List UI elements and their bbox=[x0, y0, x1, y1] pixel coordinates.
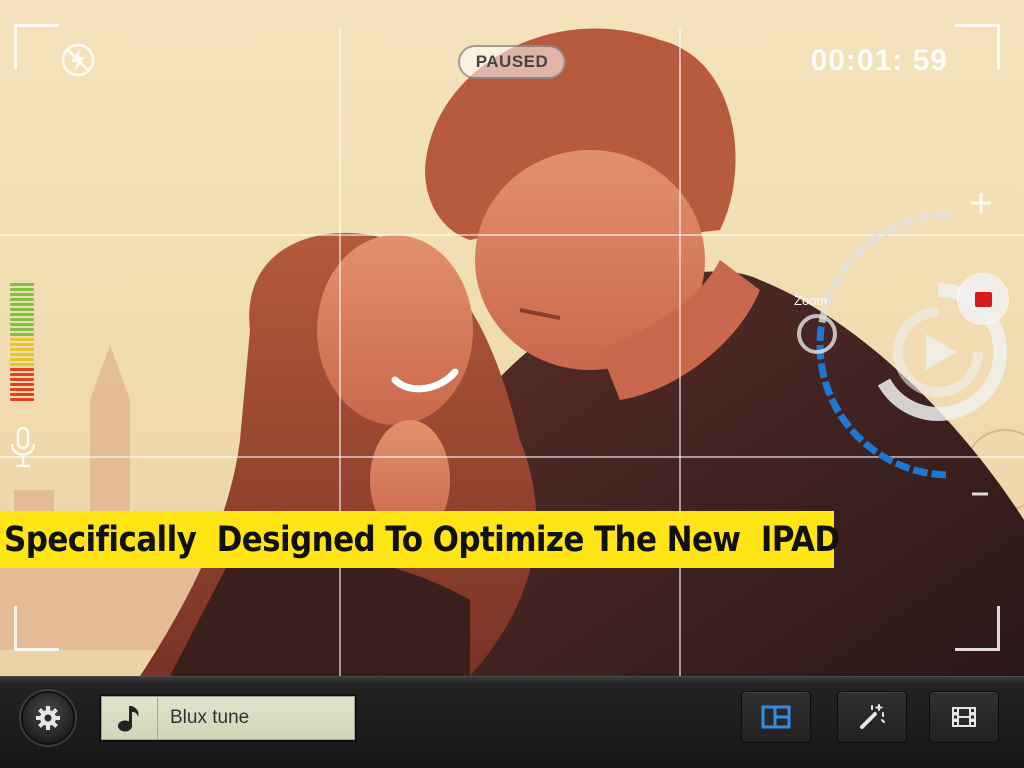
audio-level-bar bbox=[10, 338, 34, 341]
stop-record-button[interactable] bbox=[959, 275, 1007, 323]
frame-corner-top-left bbox=[14, 24, 59, 69]
audio-level-bar bbox=[10, 343, 34, 346]
recording-timer: 00:01: 59 bbox=[810, 44, 948, 77]
gear-icon bbox=[36, 706, 60, 730]
zoom-arc-segment bbox=[935, 211, 951, 220]
audio-level-meter bbox=[10, 283, 34, 403]
audio-level-bar bbox=[10, 358, 34, 361]
zoom-arc-segment bbox=[881, 223, 898, 237]
bottom-toolbar: Blux tune bbox=[0, 676, 1024, 768]
zoom-arc-segment bbox=[821, 380, 834, 397]
magic-wand-icon bbox=[860, 704, 885, 729]
paused-status-badge: PAUSED bbox=[458, 45, 566, 79]
audio-level-bar bbox=[10, 298, 34, 301]
zoom-in-icon[interactable] bbox=[968, 190, 994, 216]
audio-level-bar bbox=[10, 388, 34, 391]
zoom-arc-segment bbox=[862, 440, 879, 455]
audio-level-bar bbox=[10, 318, 34, 321]
audio-level-bar bbox=[10, 328, 34, 331]
zoom-arc-segment bbox=[877, 451, 894, 465]
frame-corner-bottom-right bbox=[955, 606, 1000, 651]
grid-layout-icon bbox=[761, 705, 791, 729]
zoom-arc-segment bbox=[912, 466, 929, 477]
music-note-icon bbox=[118, 706, 139, 732]
frame-corner-top-right bbox=[955, 24, 1000, 69]
zoom-arc-segment bbox=[817, 362, 828, 379]
audio-level-bar bbox=[10, 393, 34, 396]
audio-level-bar bbox=[10, 368, 34, 371]
audio-level-bar bbox=[10, 323, 34, 326]
zoom-arc-segment bbox=[823, 289, 835, 306]
audio-level-bar bbox=[10, 383, 34, 386]
audio-level-bar bbox=[10, 333, 34, 336]
audio-level-bar bbox=[10, 308, 34, 311]
zoom-arc-segment bbox=[865, 232, 882, 247]
film-gallery-button[interactable] bbox=[929, 691, 999, 743]
zoom-arc-segment bbox=[828, 397, 842, 414]
zoom-arc-segment bbox=[916, 212, 933, 223]
stop-record-icon bbox=[974, 291, 992, 307]
audio-level-bar bbox=[10, 348, 34, 351]
promo-banner: Specifically Designed To Optimize The Ne… bbox=[0, 511, 840, 568]
zoom-arc-segment bbox=[931, 470, 947, 479]
music-track-label: Blux tune bbox=[170, 707, 250, 728]
frame-corner-bottom-left bbox=[14, 606, 59, 651]
audio-level-bar bbox=[10, 378, 34, 381]
zoom-arc-segment bbox=[851, 244, 868, 260]
effects-button[interactable] bbox=[837, 691, 907, 743]
zoom-arc-segment bbox=[898, 216, 915, 229]
audio-level-bar bbox=[10, 398, 34, 401]
film-strip-icon bbox=[952, 707, 976, 727]
audio-level-bar bbox=[10, 303, 34, 306]
audio-level-bar bbox=[10, 373, 34, 376]
settings-button[interactable] bbox=[21, 691, 75, 745]
layout-button[interactable] bbox=[741, 691, 811, 743]
zoom-slider-handle[interactable] bbox=[797, 314, 837, 354]
grid-line bbox=[339, 28, 341, 676]
grid-line bbox=[679, 28, 681, 676]
audio-level-bar bbox=[10, 353, 34, 356]
microphone-icon[interactable] bbox=[8, 426, 38, 470]
zoom-arc-segment bbox=[830, 272, 844, 289]
flash-off-icon[interactable] bbox=[60, 42, 96, 78]
zoom-arc-segment bbox=[849, 427, 865, 444]
audio-level-bar bbox=[10, 363, 34, 366]
audio-level-bar bbox=[10, 293, 34, 296]
audio-level-bar bbox=[10, 283, 34, 286]
audio-level-bar bbox=[10, 313, 34, 316]
camera-viewfinder[interactable]: PAUSED 00:01: 59 Zoom Specifically Desig… bbox=[0, 0, 1024, 676]
zoom-label: Zoom bbox=[794, 293, 828, 308]
zoom-arc-segment bbox=[840, 257, 855, 274]
zoom-arc-segment bbox=[894, 460, 911, 472]
music-track-selector[interactable]: Blux tune bbox=[99, 694, 357, 742]
promo-banner-text: Specifically Designed To Optimize The Ne… bbox=[4, 519, 840, 560]
play-icon bbox=[926, 334, 956, 370]
zoom-out-icon[interactable] bbox=[970, 488, 990, 500]
audio-level-bar bbox=[10, 288, 34, 291]
zoom-arc-segment bbox=[837, 413, 852, 430]
